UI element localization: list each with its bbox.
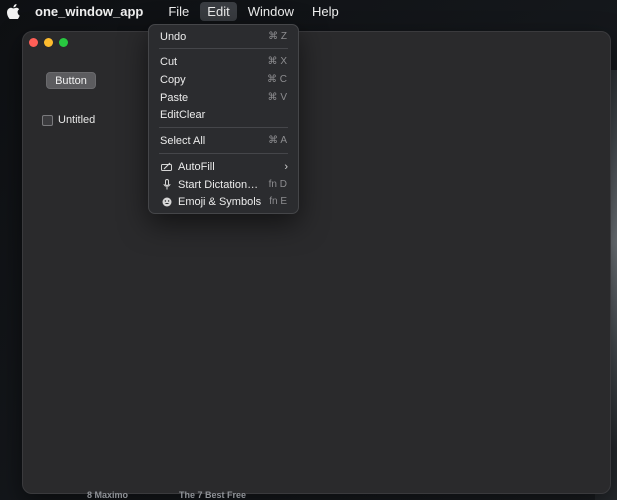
app-window: Button Untitled: [22, 31, 611, 494]
menu-item-copy[interactable]: Copy ⌘ C: [149, 71, 298, 88]
menu-separator: [159, 48, 288, 49]
shortcut-label: fn D: [268, 179, 287, 190]
menu-item-label: AutoFill: [178, 160, 215, 173]
untitled-checkbox[interactable]: [42, 114, 53, 126]
menu-help[interactable]: Help: [305, 2, 346, 21]
shortcut-label: ⌘ X: [267, 56, 287, 67]
emoji-icon: [161, 196, 173, 208]
menu-item-label: Cut: [160, 55, 178, 68]
menu-edit[interactable]: Edit: [200, 1, 237, 21]
app-name-menu[interactable]: one_window_app: [35, 4, 143, 19]
dock-label-left: 8 Maximo: [87, 490, 129, 500]
dock-label-right: The 7 Best Free: [179, 490, 247, 500]
menu-separator: [159, 127, 288, 128]
menu-item-undo[interactable]: Undo ⌘ Z: [149, 28, 298, 45]
shortcut-label: fn E: [269, 196, 287, 207]
menu-item-select-all[interactable]: Select All ⌘ A: [149, 132, 298, 149]
menu-item-label: Paste: [160, 91, 189, 104]
zoom-window-button[interactable]: [59, 37, 68, 47]
menu-item-editclear[interactable]: EditClear: [149, 106, 298, 123]
menu-bar: one_window_app File Edit Window Help: [0, 0, 617, 22]
chevron-right-icon: ›: [284, 160, 288, 173]
menu-item-emoji-symbols[interactable]: Emoji & Symbols fn E: [149, 193, 298, 210]
menu-file[interactable]: File: [161, 2, 196, 21]
menu-item-label: Copy: [160, 73, 186, 86]
menu-separator: [159, 153, 288, 154]
close-window-button[interactable]: [29, 37, 38, 47]
menu-item-start-dictation[interactable]: Start Dictation… fn D: [149, 176, 298, 193]
checkbox-label: Untitled: [58, 114, 96, 126]
shortcut-label: ⌘ C: [267, 74, 287, 85]
autofill-icon: [161, 161, 173, 173]
menu-item-cut[interactable]: Cut ⌘ X: [149, 53, 298, 70]
menu-item-label: EditClear: [160, 108, 206, 121]
menu-item-label: Emoji & Symbols: [178, 195, 262, 208]
menu-item-label: Undo: [160, 30, 187, 43]
menu-item-label: Select All: [160, 134, 206, 147]
shortcut-label: ⌘ V: [267, 92, 287, 103]
title-bar: [23, 32, 610, 52]
microphone-icon: [161, 179, 173, 191]
untitled-checkbox-row[interactable]: Untitled: [42, 114, 95, 126]
push-button[interactable]: Button: [46, 72, 96, 89]
menu-item-label: Start Dictation…: [178, 178, 259, 191]
shortcut-label: ⌘ Z: [268, 31, 287, 42]
menu-item-paste[interactable]: Paste ⌘ V: [149, 89, 298, 106]
minimize-window-button[interactable]: [44, 37, 53, 47]
menu-item-autofill[interactable]: AutoFill ›: [149, 158, 298, 175]
shortcut-label: ⌘ A: [268, 135, 287, 146]
edit-menu-dropdown: Undo ⌘ Z Cut ⌘ X Copy ⌘ C Paste ⌘ V Edit…: [148, 24, 299, 214]
menu-window[interactable]: Window: [241, 2, 301, 21]
apple-icon[interactable]: [7, 3, 21, 19]
